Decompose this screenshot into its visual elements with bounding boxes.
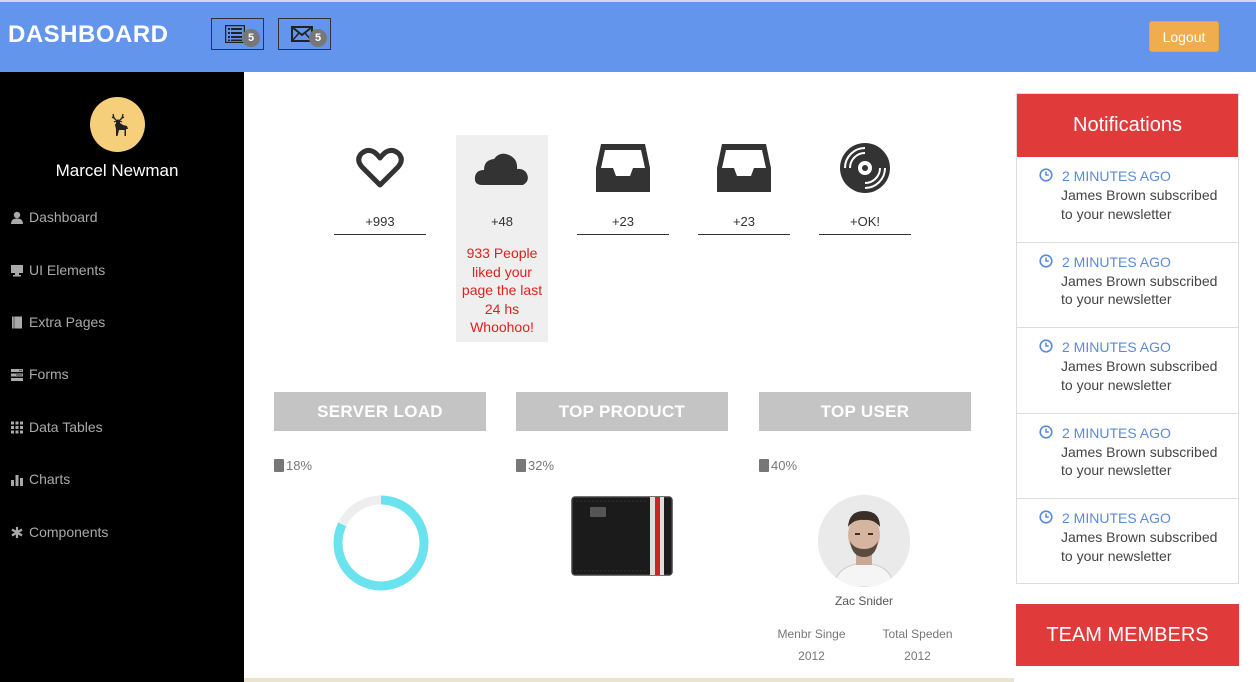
- sidebar-item-dashboard[interactable]: Dashboard: [10, 206, 98, 228]
- clock-icon: [1039, 510, 1053, 524]
- notification-item[interactable]: 2 MINUTES AGO James Brown subscribed to y…: [1017, 414, 1238, 499]
- user-icon: [11, 211, 23, 224]
- inbox-icon: [717, 143, 771, 192]
- total-spent-label: Total Speden: [882, 627, 953, 641]
- clock-icon: [1039, 253, 1053, 268]
- main-content: +993 +48 933 People liked your page the …: [244, 72, 1016, 682]
- sidebar-item-data-tables[interactable]: Data Tables: [10, 416, 103, 438]
- heart-icon: [356, 147, 404, 187]
- clock-icon: [1039, 339, 1053, 353]
- stat-value: +23: [698, 214, 790, 235]
- top-bar: DASHBOARD 5 5 Logout: [0, 0, 1256, 72]
- sidebar-item-label: Dashboard: [29, 209, 98, 225]
- notification-time: 2 MINUTES AGO: [1062, 253, 1171, 270]
- notification-item[interactable]: 2 MINUTES AGO James Brown subscribed to y…: [1017, 328, 1238, 414]
- top-user-header: TOP USER: [759, 392, 971, 431]
- wallet-image: [571, 496, 673, 576]
- sidebar-item-label: Data Tables: [29, 419, 103, 435]
- stat-inbox-2[interactable]: +23: [698, 135, 790, 235]
- sidebar-item-ui-elements[interactable]: UI Elements: [10, 259, 105, 281]
- sidebar-item-label: Components: [29, 524, 109, 540]
- notifications-title: Notifications: [1017, 94, 1238, 157]
- clock-icon: [1039, 424, 1053, 439]
- user-photo: [818, 495, 910, 587]
- deer-icon: [111, 113, 128, 136]
- book-icon: [12, 316, 22, 328]
- top-product-percent: 32%: [516, 458, 554, 473]
- vinyl-icon: [840, 142, 890, 193]
- sidebar-item-label: Forms: [29, 366, 69, 382]
- stat-value: +OK!: [819, 214, 911, 235]
- server-load-donut: [333, 495, 429, 591]
- stat-value: +48: [490, 214, 514, 229]
- stat-inbox-1[interactable]: +23: [577, 135, 669, 235]
- grid-icon: [11, 421, 23, 433]
- sidebar-item-label: Charts: [29, 471, 71, 487]
- notification-text: James Brown subscribed to your newsletter: [1061, 443, 1218, 479]
- sidebar-item-forms[interactable]: Forms: [10, 363, 69, 385]
- stat-likes[interactable]: +993: [334, 135, 426, 235]
- notification-time: 2 MINUTES AGO: [1062, 339, 1171, 355]
- notification-item[interactable]: 2 MINUTES AGO James Brown subscribed to y…: [1017, 157, 1238, 243]
- user-avatar[interactable]: [90, 97, 145, 152]
- notification-item[interactable]: 2 MINUTES AGO James Brown subscribed to y…: [1017, 243, 1238, 328]
- divider: [244, 678, 1014, 682]
- sidebar-item-charts[interactable]: Charts: [10, 468, 70, 490]
- cloud-icon: [474, 153, 528, 185]
- stat-message: 933 People liked your page the last 24 h…: [461, 245, 543, 335]
- notification-item[interactable]: 2 MINUTES AGO James Brown subscribed to y…: [1017, 499, 1238, 585]
- total-spent-value: 2012: [904, 649, 931, 663]
- user-name: Marcel Newman: [55, 161, 179, 180]
- asterisk-icon: [11, 526, 23, 538]
- sidebar-item-components[interactable]: Components: [10, 521, 108, 543]
- sidebar-item-label: UI Elements: [29, 262, 106, 278]
- top-user-name: Zac Snider: [834, 594, 894, 608]
- member-since-label: Menbr Singe: [777, 627, 846, 641]
- mail-badge: 5: [309, 29, 327, 47]
- bar-chart-icon: [11, 474, 23, 486]
- mail-button[interactable]: 5: [278, 18, 331, 50]
- brand-title[interactable]: DASHBOARD: [8, 21, 169, 49]
- stat-vinyl[interactable]: +OK!: [819, 135, 911, 235]
- book-icon: [274, 459, 284, 472]
- desktop-icon: [11, 264, 23, 276]
- sidebar-item-label: Extra Pages: [29, 314, 106, 330]
- tasks-icon: [11, 368, 23, 381]
- member-since-value: 2012: [798, 649, 825, 663]
- server-load-header: SERVER LOAD: [274, 392, 486, 431]
- notification-time: 2 MINUTES AGO: [1062, 510, 1171, 526]
- stat-value: +993: [334, 214, 426, 235]
- top-product-header: TOP PRODUCT: [516, 392, 728, 431]
- notification-time: 2 MINUTES AGO: [1062, 424, 1171, 441]
- team-members-title: TEAM MEMBERS: [1016, 604, 1239, 666]
- top-user-percent: 40%: [759, 458, 797, 473]
- stat-value: +23: [577, 214, 669, 235]
- clock-icon: [1039, 168, 1053, 182]
- stat-cloud[interactable]: +48 933 People liked your page the last …: [456, 135, 548, 342]
- book-icon: [759, 459, 769, 472]
- logout-button[interactable]: Logout: [1149, 21, 1219, 52]
- sidebar-item-extra-pages[interactable]: Extra Pages: [10, 311, 105, 333]
- notification-text: James Brown subscribed to your newsletter: [1061, 358, 1218, 393]
- notification-time: 2 MINUTES AGO: [1062, 168, 1171, 184]
- server-load-percent: 18%: [274, 458, 312, 473]
- notification-text: James Brown subscribed to your newsletter: [1061, 529, 1218, 564]
- notifications-panel: Notifications 2 MINUTES AGO James Brown …: [1016, 93, 1239, 584]
- notification-text: James Brown subscribed to your newsletter: [1061, 187, 1218, 222]
- book-icon: [516, 459, 526, 472]
- inbox-icon: [596, 143, 650, 192]
- notification-text: James Brown subscribed to your newsletter: [1061, 272, 1218, 308]
- sidebar: Marcel Newman Dashboard UI Elements Extr…: [0, 72, 244, 682]
- tasks-badge: 5: [242, 29, 260, 47]
- tasks-button[interactable]: 5: [211, 18, 264, 50]
